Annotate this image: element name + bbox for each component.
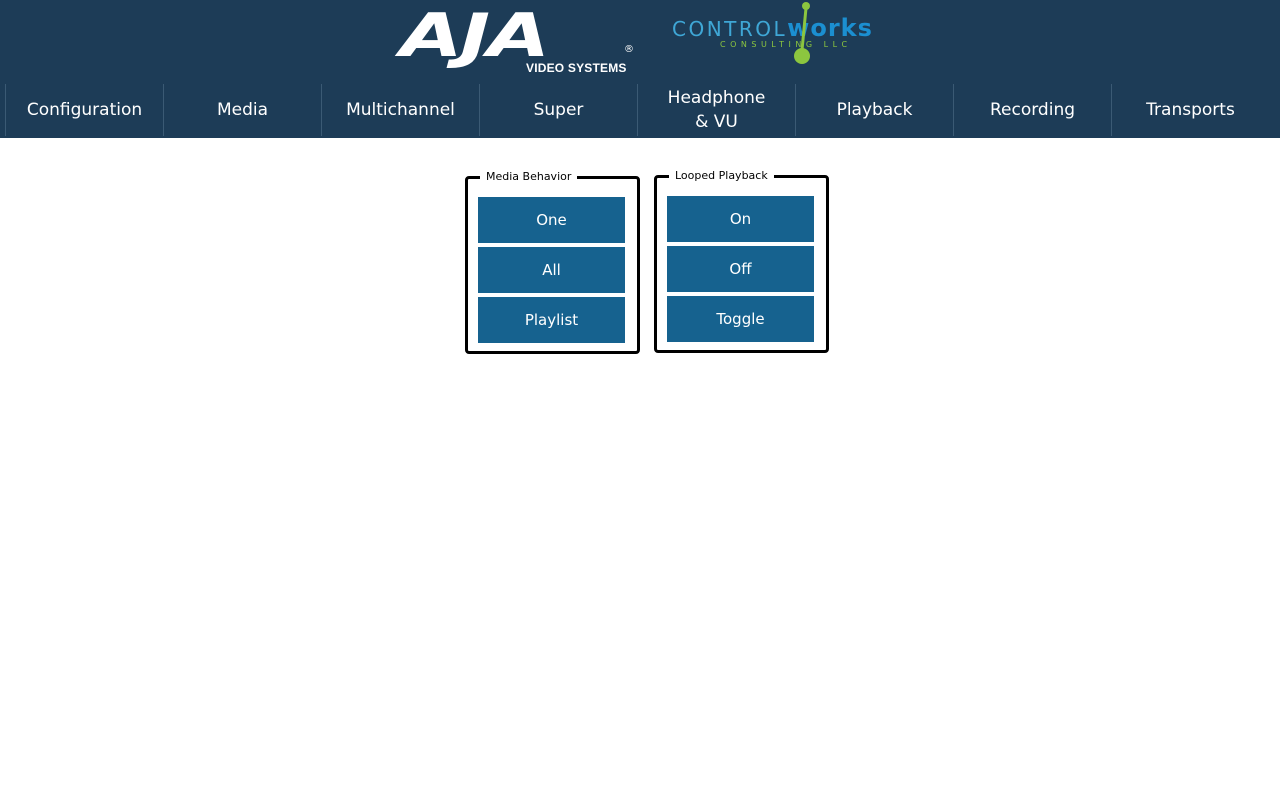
- nav-tab-super[interactable]: Super: [479, 84, 637, 136]
- controlworks-logo-text: CONTROLworks: [672, 14, 873, 42]
- controlworks-control-text: CONTROL: [672, 17, 788, 41]
- aja-registered-mark: ®: [624, 44, 634, 55]
- aja-logo: AJA ® VIDEO SYSTEMS: [400, 6, 636, 76]
- media-behavior-all-button[interactable]: All: [478, 247, 625, 293]
- nav-tab-multichannel[interactable]: Multichannel: [321, 84, 479, 136]
- nav-tab-recording[interactable]: Recording: [953, 84, 1111, 136]
- looped-playback-title: Looped Playback: [669, 168, 774, 184]
- nav-tab-headphone-vu[interactable]: Headphone & VU: [637, 84, 795, 136]
- controlworks-molecule-icon: [794, 2, 810, 64]
- media-behavior-playlist-button[interactable]: Playlist: [478, 297, 625, 343]
- nav-tab-playback[interactable]: Playback: [795, 84, 953, 136]
- main-nav: Configuration Media Multichannel Super H…: [5, 84, 1275, 136]
- looped-playback-toggle-button[interactable]: Toggle: [667, 296, 814, 342]
- nav-tab-transports[interactable]: Transports: [1111, 84, 1269, 136]
- header-bar: AJA ® VIDEO SYSTEMS CONTROLworks CONSULT…: [0, 0, 1280, 138]
- media-behavior-group: Media Behavior One All Playlist: [465, 169, 640, 354]
- media-behavior-title: Media Behavior: [480, 169, 578, 185]
- aja-logo-subtitle: VIDEO SYSTEMS: [526, 61, 627, 75]
- nav-tab-media[interactable]: Media: [163, 84, 321, 136]
- media-behavior-one-button[interactable]: One: [478, 197, 625, 243]
- looped-playback-group: Looped Playback On Off Toggle: [654, 168, 829, 353]
- looped-playback-off-button[interactable]: Off: [667, 246, 814, 292]
- controlworks-logo: CONTROLworks CONSULTING LLC: [672, 0, 882, 70]
- aja-logo-text: AJA: [400, 1, 550, 71]
- nav-tab-configuration[interactable]: Configuration: [5, 84, 163, 136]
- looped-playback-on-button[interactable]: On: [667, 196, 814, 242]
